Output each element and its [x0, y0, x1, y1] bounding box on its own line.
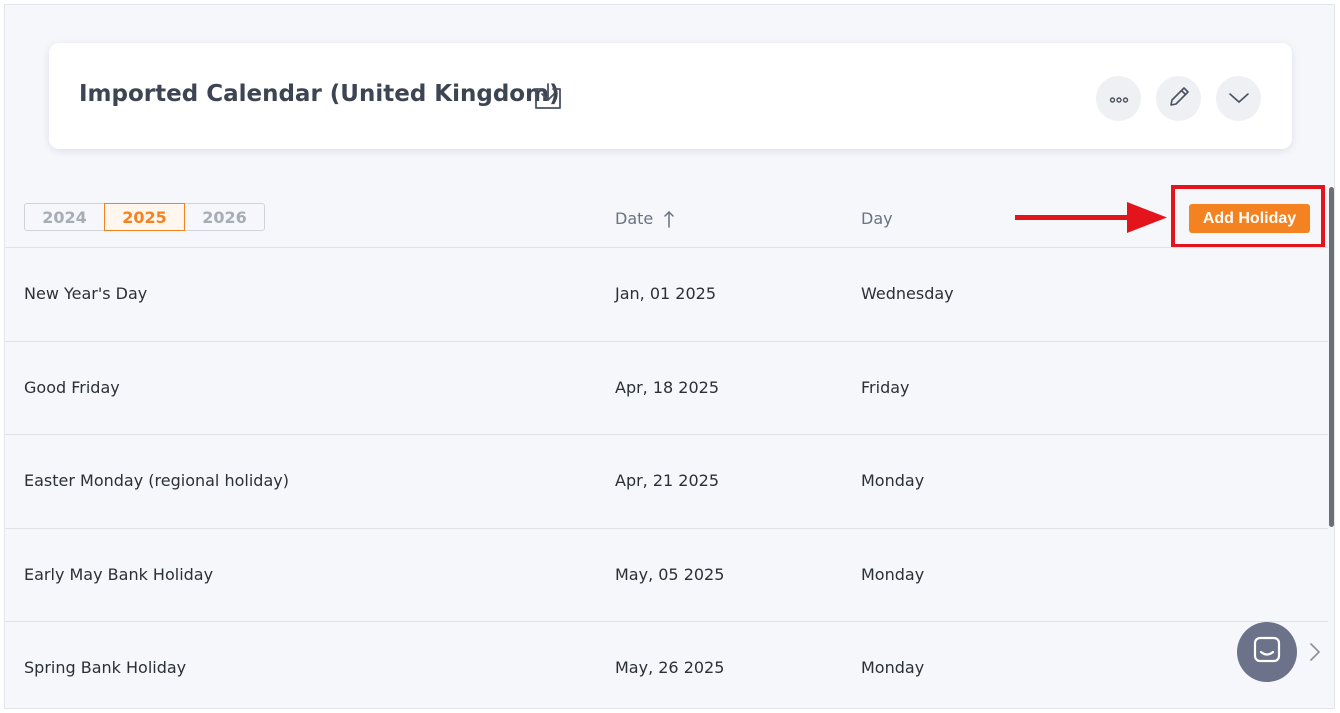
table-row[interactable]: Early May Bank Holiday May, 05 2025 Mond… — [5, 528, 1328, 621]
holiday-day: Monday — [861, 658, 925, 677]
chevron-right-icon[interactable] — [1309, 642, 1321, 666]
year-tab-2024[interactable]: 2024 — [24, 203, 105, 231]
date-column-label: Date — [615, 209, 654, 228]
collapse-button[interactable] — [1216, 76, 1261, 121]
holiday-name: Spring Bank Holiday — [24, 658, 187, 677]
edit-button[interactable] — [1156, 76, 1201, 121]
holiday-day: Friday — [861, 378, 910, 397]
more-options-button[interactable] — [1096, 76, 1141, 121]
calendar-header-card: Imported Calendar (United Kingdom) — [49, 43, 1292, 149]
holiday-date: May, 05 2025 — [615, 565, 725, 584]
holiday-name: Easter Monday (regional holiday) — [24, 471, 289, 490]
table-row[interactable]: Good Friday Apr, 18 2025 Friday — [5, 341, 1328, 434]
vertical-scrollbar[interactable] — [1329, 187, 1334, 527]
holiday-day: Wednesday — [861, 284, 954, 303]
holiday-date: Apr, 21 2025 — [615, 471, 720, 490]
calendar-panel: Imported Calendar (United Kingdom) 2024 … — [4, 4, 1335, 709]
holiday-day: Monday — [861, 565, 925, 584]
holiday-date: Jan, 01 2025 — [615, 284, 716, 303]
year-selector: 2024 2025 2026 — [24, 203, 265, 231]
table-row[interactable]: Spring Bank Holiday May, 26 2025 Monday — [5, 621, 1328, 708]
holiday-date: Apr, 18 2025 — [615, 378, 720, 397]
table-row[interactable]: Easter Monday (regional holiday) Apr, 21… — [5, 434, 1328, 527]
table-row[interactable]: New Year's Day Jan, 01 2025 Wednesday — [5, 247, 1328, 340]
annotation-arrow-icon — [1015, 200, 1167, 240]
holiday-day: Monday — [861, 471, 925, 490]
day-column-header: Day — [861, 209, 893, 228]
holiday-name: New Year's Day — [24, 284, 148, 303]
holiday-name: Early May Bank Holiday — [24, 565, 214, 584]
add-holiday-button[interactable]: Add Holiday — [1189, 204, 1310, 233]
chevron-down-icon — [1228, 89, 1250, 108]
year-tab-2025[interactable]: 2025 — [104, 203, 185, 231]
ellipsis-icon — [1109, 89, 1129, 108]
chat-icon — [1253, 636, 1281, 668]
holiday-name: Good Friday — [24, 378, 120, 397]
holiday-date: May, 26 2025 — [615, 658, 725, 677]
chat-launcher-button[interactable] — [1237, 622, 1297, 682]
download-tray-icon[interactable] — [532, 81, 564, 113]
year-tab-2026[interactable]: 2026 — [184, 203, 265, 231]
arrow-up-icon — [663, 210, 675, 228]
pencil-icon — [1166, 84, 1192, 114]
date-column-header[interactable]: Date — [615, 209, 675, 228]
page-title: Imported Calendar (United Kingdom) — [79, 81, 560, 107]
